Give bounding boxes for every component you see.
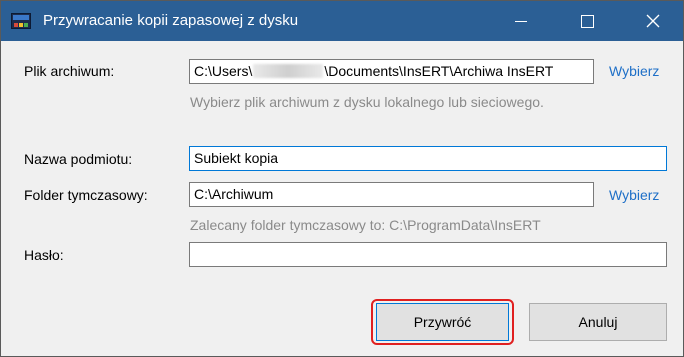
cancel-button[interactable]: Anuluj bbox=[529, 303, 667, 341]
archive-choose-link[interactable]: Wybierz bbox=[609, 63, 659, 79]
temp-folder-label: Folder tymczasowy: bbox=[24, 187, 148, 203]
maximize-icon bbox=[580, 14, 594, 28]
restore-backup-dialog: Przywracanie kopii zapasowej z dysku Pli… bbox=[0, 0, 684, 357]
archive-hint: Wybierz plik archiwum z dysku lokalnego … bbox=[190, 94, 544, 110]
password-input[interactable] bbox=[189, 242, 667, 267]
temp-choose-link[interactable]: Wybierz bbox=[609, 187, 659, 203]
close-icon bbox=[646, 14, 660, 28]
window-title: Przywracanie kopii zapasowej z dysku bbox=[43, 12, 299, 29]
archive-path-suffix: \Documents\InsERT\Archiwa InsERT bbox=[324, 63, 554, 79]
entity-name-input[interactable]: Subiekt kopia bbox=[189, 146, 667, 171]
archive-file-label: Plik archiwum: bbox=[24, 63, 115, 79]
password-label: Hasło: bbox=[24, 247, 64, 263]
temp-folder-hint: Zalecany folder tymczasowy to: C:\Progra… bbox=[190, 217, 541, 233]
entity-name-label: Nazwa podmiotu: bbox=[24, 151, 133, 167]
restore-button-label: Przywróć bbox=[413, 314, 472, 330]
archive-file-field[interactable]: C:\Users\ \Documents\InsERT\Archiwa InsER… bbox=[189, 59, 594, 84]
app-icon bbox=[11, 13, 31, 29]
close-button[interactable] bbox=[630, 1, 676, 41]
title-bar[interactable]: Przywracanie kopii zapasowej z dysku bbox=[1, 1, 683, 41]
redacted-username bbox=[253, 64, 324, 78]
cancel-button-label: Anuluj bbox=[578, 314, 618, 330]
restore-button[interactable]: Przywróć bbox=[376, 303, 509, 341]
maximize-button[interactable] bbox=[564, 1, 610, 41]
minimize-button[interactable] bbox=[498, 1, 544, 41]
minimize-icon bbox=[515, 20, 527, 22]
temp-folder-input[interactable]: C:\Archiwum bbox=[189, 182, 594, 207]
archive-path-prefix: C:\Users\ bbox=[194, 63, 253, 79]
